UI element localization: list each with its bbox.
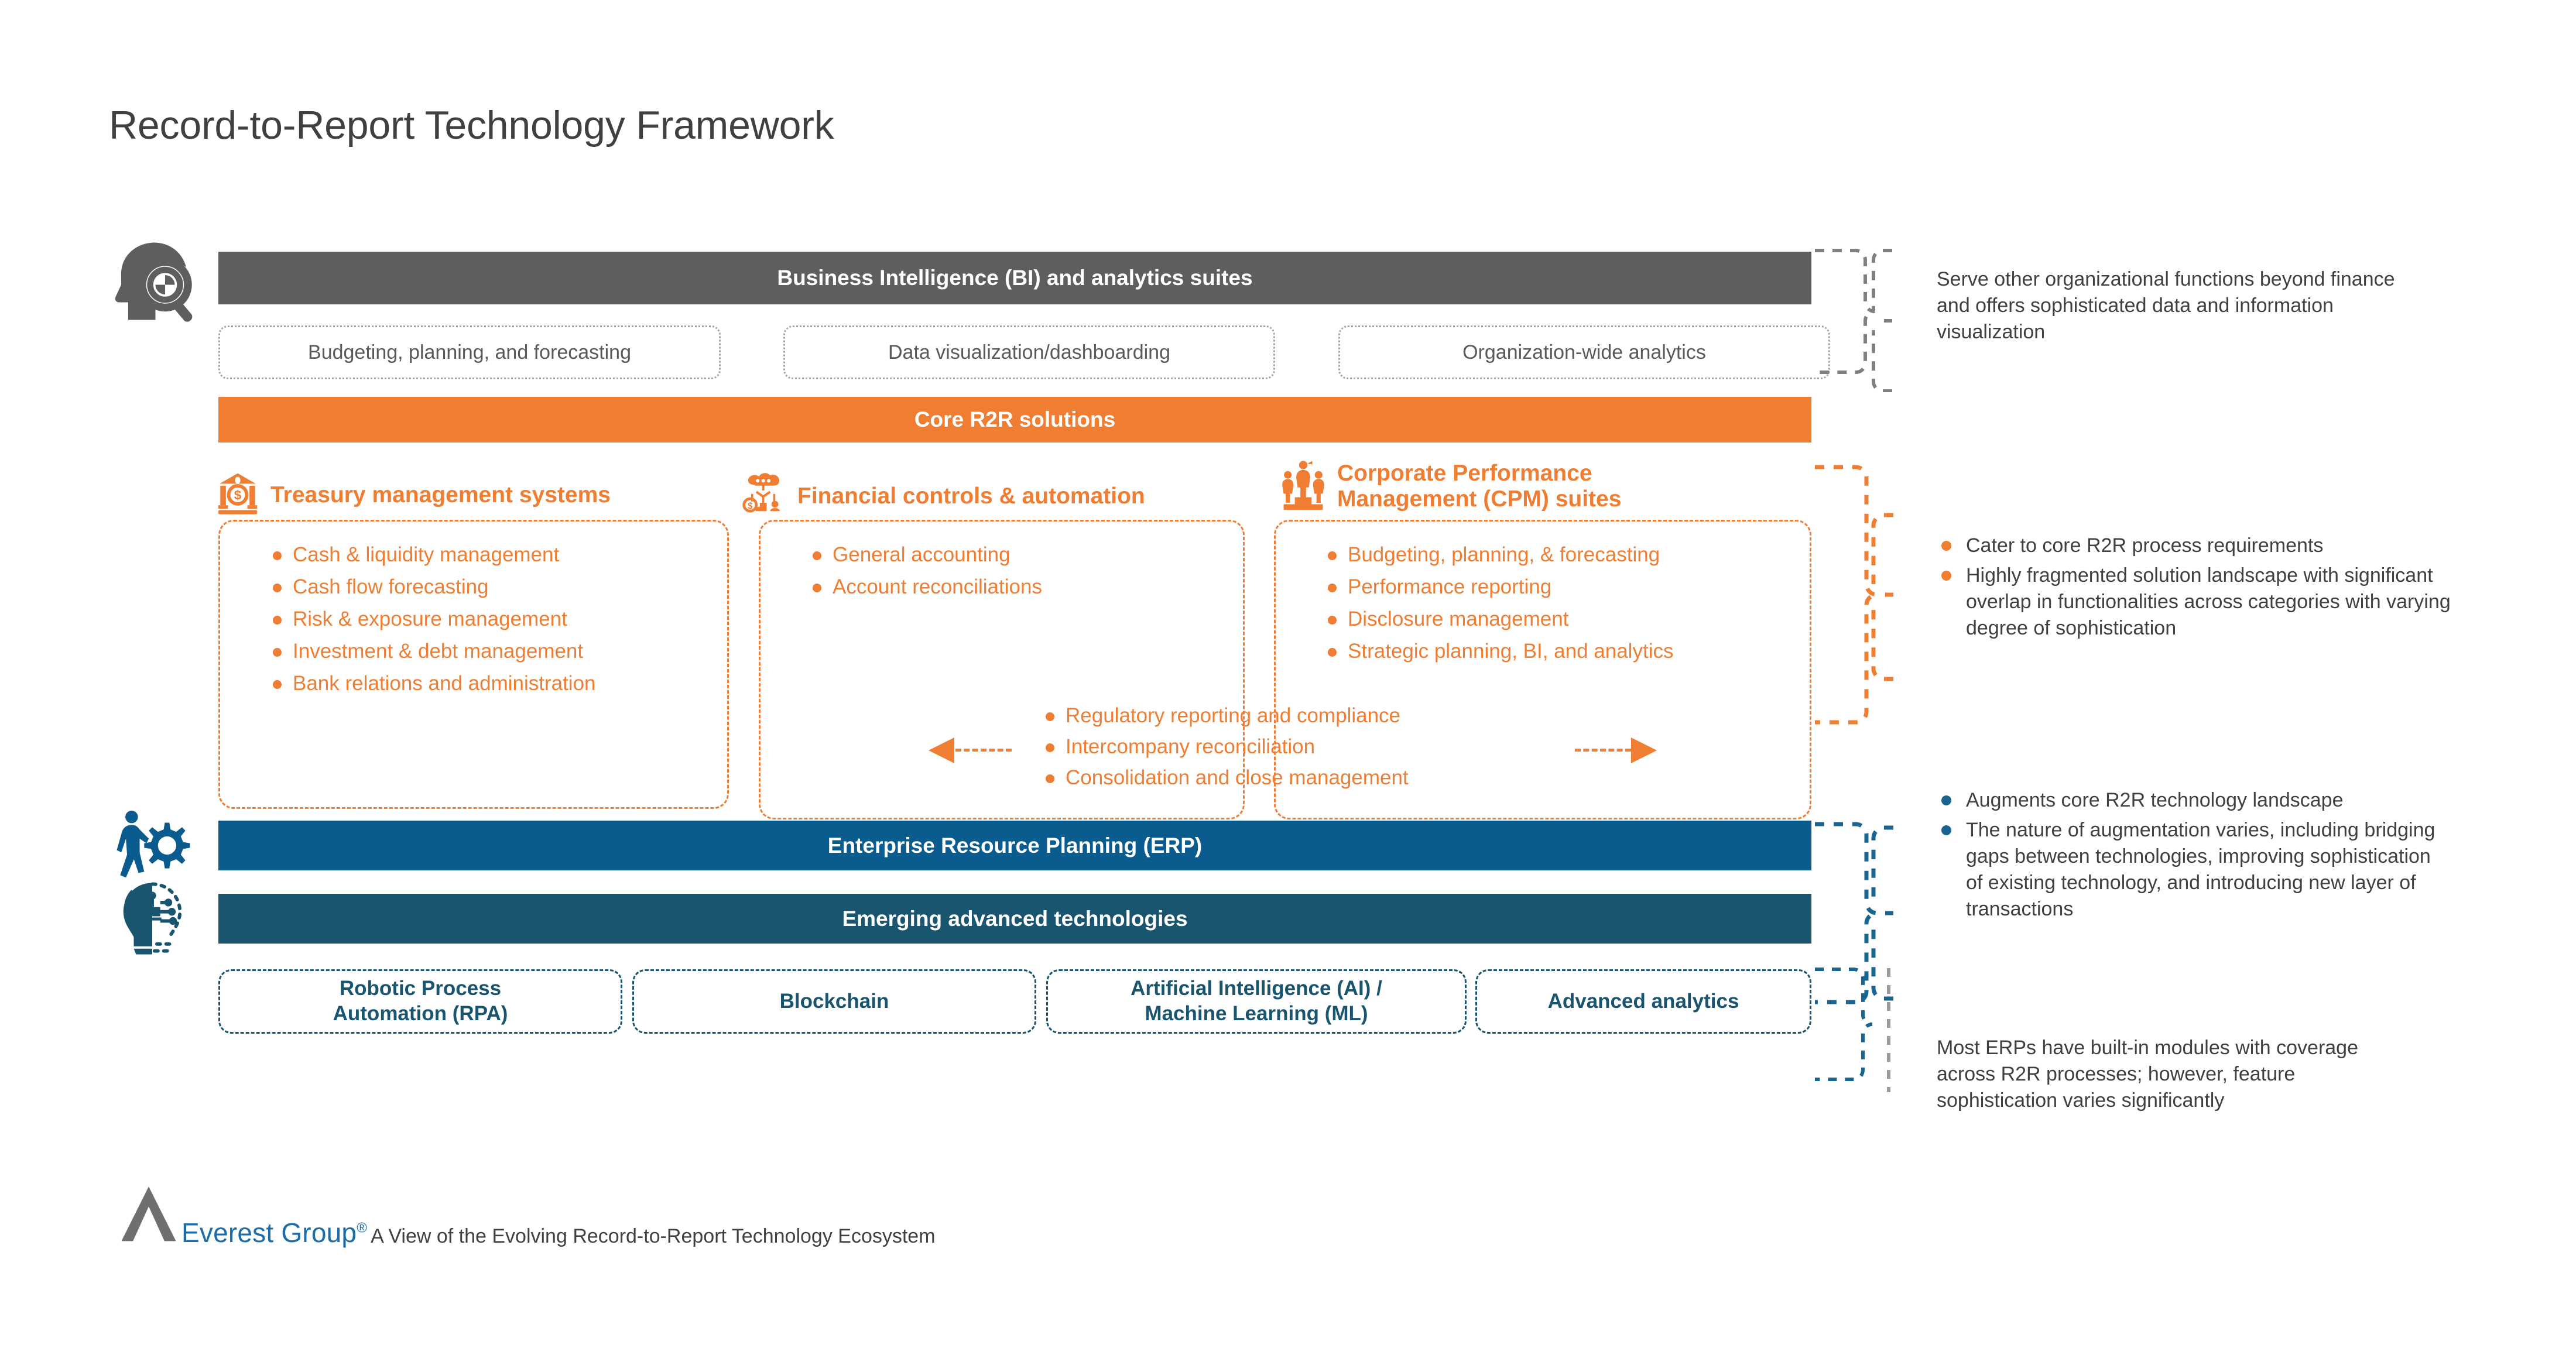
list-item: The nature of augmentation varies, inclu… (1937, 817, 2452, 922)
list-item: Disclosure management (1324, 609, 1673, 629)
bi-layer-bar: Business Intelligence (BI) and analytics… (218, 252, 1811, 304)
lightbulb-circuit-icon (114, 879, 190, 958)
category-title-cpm: Corporate Performance Management (CPM) s… (1337, 461, 1621, 512)
tech-box-rpa: Robotic Process Automation (RPA) (218, 969, 622, 1034)
right-arrow-shaft (1575, 749, 1631, 752)
head-with-analytics-magnifier-icon (109, 239, 197, 324)
bi-box-budgeting: Budgeting, planning, and forecasting (218, 325, 721, 379)
cpm-item-list: Budgeting, planning, & forecasting Perfo… (1324, 544, 1673, 673)
emerging-tech-layer-bar: Emerging advanced technologies (218, 894, 1811, 944)
tech-box-ai-ml: Artificial Intelligence (AI) / Machine L… (1046, 969, 1467, 1034)
cpm-title-line2: Management (CPM) suites (1337, 486, 1622, 512)
everest-peak-logo-icon (117, 1182, 180, 1246)
cpm-title-line1: Corporate Performance (1337, 460, 1592, 486)
list-item: General accounting (809, 544, 1042, 565)
people-on-podium-icon (1280, 459, 1327, 513)
list-item: Bank relations and administration (269, 673, 596, 694)
svg-text:$: $ (748, 502, 753, 512)
left-arrow-shaft (955, 749, 1012, 752)
category-title-financial-controls: Financial controls & automation (797, 483, 1145, 509)
brand-name: Everest Group® (181, 1219, 367, 1246)
list-item: Cash flow forecasting (269, 577, 596, 597)
core-r2r-bar: Core R2R solutions (218, 397, 1811, 443)
tech-box-advanced-analytics: Advanced analytics (1475, 969, 1811, 1034)
person-pushing-gear-icon (114, 809, 190, 882)
bi-box-data-visualization: Data visualization/dashboarding (783, 325, 1275, 379)
annotation-bi: Serve other organizational functions bey… (1937, 268, 2395, 343)
annotation-core-list: Cater to core R2R process requirements H… (1937, 533, 2452, 645)
list-item: Augments core R2R technology landscape (1937, 787, 2452, 814)
page-title: Record-to-Report Technology Framework (109, 103, 834, 148)
slide-canvas: Record-to-Report Technology Framework Bu… (0, 0, 2576, 1348)
svg-text:$: $ (234, 488, 242, 503)
shared-overlap-item-list: Regulatory reporting and compliance Inte… (1042, 705, 1409, 798)
list-item: Consolidation and close management (1042, 767, 1409, 788)
list-item: Account reconciliations (809, 577, 1042, 597)
list-item: Cater to core R2R process requirements (1937, 533, 2452, 559)
tech-box-blockchain: Blockchain (632, 969, 1036, 1034)
list-item: Investment & debt management (269, 641, 596, 661)
list-item: Highly fragmented solution landscape wit… (1937, 562, 2452, 642)
registered-mark: ® (357, 1220, 368, 1236)
brace-connector-bi (1815, 249, 1892, 392)
left-double-arrow-icon (929, 738, 954, 763)
list-item: Regulatory reporting and compliance (1042, 705, 1409, 726)
annotation-tech-list: Augments core R2R technology landscape T… (1937, 787, 2452, 925)
tech-box-rpa-line2: Automation (RPA) (333, 1002, 508, 1025)
list-item: Strategic planning, BI, and analytics (1324, 641, 1673, 661)
category-heading-financial-controls: $ Financial controls & automation (742, 471, 1269, 521)
category-heading-cpm: Corporate Performance Management (CPM) s… (1280, 459, 1818, 513)
list-item: Performance reporting (1324, 577, 1673, 597)
category-heading-treasury: $ Treasury management systems (215, 471, 754, 519)
annotation-erp: Most ERPs have built-in modules with cov… (1937, 1037, 2358, 1112)
right-double-arrow-icon (1631, 738, 1657, 763)
list-item: Risk & exposure management (269, 609, 596, 629)
bi-box-org-analytics: Organization-wide analytics (1338, 325, 1830, 379)
brace-connector-core (1815, 465, 1893, 725)
bank-building-dollar-icon: $ (215, 471, 260, 519)
footer-tagline: A View of the Evolving Record-to-Report … (371, 1225, 936, 1247)
tech-box-ai-ml-line1: Artificial Intelligence (AI) / (1131, 977, 1382, 1000)
treasury-item-list: Cash & liquidity management Cash flow fo… (269, 544, 596, 705)
financial-controls-item-list: General accounting Account reconciliatio… (809, 544, 1042, 609)
list-item: Budgeting, planning, & forecasting (1324, 544, 1673, 565)
brand-label: Everest Group (181, 1217, 357, 1248)
cloud-robot-automation-icon: $ (742, 471, 787, 521)
list-item: Intercompany reconciliation (1042, 736, 1409, 757)
list-item: Cash & liquidity management (269, 544, 596, 565)
brace-connector-erp-note (1815, 968, 1890, 1092)
erp-layer-bar: Enterprise Resource Planning (ERP) (218, 821, 1811, 870)
tech-box-ai-ml-line2: Machine Learning (ML) (1145, 1002, 1368, 1025)
category-title-treasury: Treasury management systems (270, 482, 611, 507)
tech-box-rpa-line1: Robotic Process (339, 977, 502, 1000)
footer: Everest Group® A View of the Evolving Re… (117, 1182, 936, 1246)
